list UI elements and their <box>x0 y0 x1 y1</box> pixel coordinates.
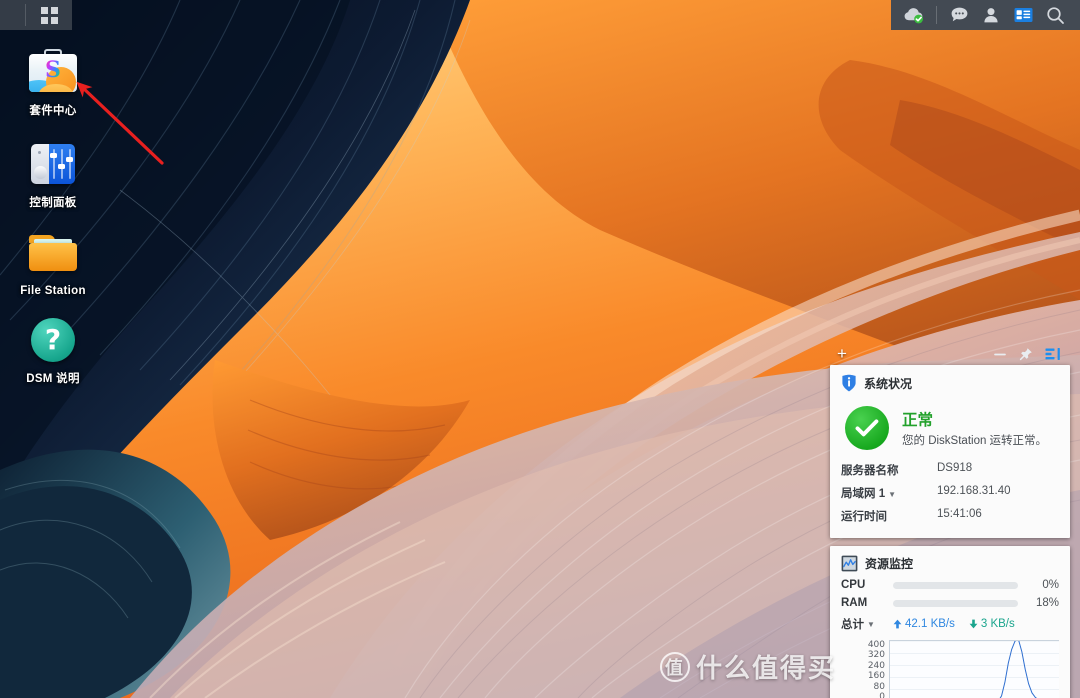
info-key: 局域网 1 ▼ <box>841 485 937 501</box>
desktop-icon-dsm-help[interactable]: ? DSM 说明 <box>10 314 96 387</box>
slider-handle <box>66 157 74 162</box>
chart-plot-area <box>889 640 1059 698</box>
notifications-icon[interactable] <box>944 0 974 30</box>
system-health-header: 系统状况 <box>841 374 1059 392</box>
taskbar-left-panel <box>0 0 72 30</box>
question-mark-icon: ? <box>31 318 75 362</box>
network-chart: 400 320 240 160 80 0 <box>841 640 1059 698</box>
cpu-value: 0% <box>1042 579 1059 591</box>
slider-track <box>68 149 71 179</box>
desktop-icon-label: File Station <box>20 285 86 297</box>
widget-panel: + 系统状况 正常 您的 DiskStation 运转正常。 服务器名称 DS9… <box>830 342 1070 698</box>
download-arrow-icon <box>969 619 978 629</box>
menu-grid-square <box>41 6 48 14</box>
menu-grid-square <box>51 6 58 14</box>
control-panel-knob <box>34 166 47 179</box>
ram-progress-track <box>893 599 1018 607</box>
desktop-icon-control-panel[interactable]: 控制面板 <box>10 138 96 211</box>
control-panel-dot <box>38 151 41 154</box>
chevron-down-icon[interactable]: ▼ <box>867 620 875 629</box>
control-panel-body <box>31 144 75 184</box>
ram-label: RAM <box>841 597 868 609</box>
menu-grid-square <box>41 16 48 24</box>
ram-row: RAM 18% <box>841 594 1059 612</box>
pin-widgets-button[interactable] <box>1019 347 1033 361</box>
desktop-icon-label: DSM 说明 <box>26 373 80 385</box>
folder-front <box>29 243 77 271</box>
slider-handle <box>58 164 66 169</box>
system-health-title: 系统状况 <box>864 376 913 391</box>
dsm-help-icon: ? <box>27 314 79 366</box>
download-rate: 3 KB/s <box>969 618 1015 630</box>
control-panel-left <box>31 144 49 184</box>
info-row-server-name: 服务器名称 DS918 <box>841 458 1059 481</box>
system-health-widget: 系统状况 正常 您的 DiskStation 运转正常。 服务器名称 DS918 <box>830 365 1070 538</box>
info-key: 服务器名称 <box>841 464 899 477</box>
toolbar-divider <box>936 6 937 24</box>
info-key-text: 局域网 1 <box>841 487 886 500</box>
user-options-icon[interactable] <box>976 0 1006 30</box>
upload-rate: 42.1 KB/s <box>893 618 955 630</box>
upload-arrow-icon <box>893 619 902 629</box>
info-key: 运行时间 <box>841 510 887 523</box>
desktop-icon-package-center[interactable]: S 套件中心 <box>10 46 96 119</box>
resource-monitor-header: 资源监控 <box>841 555 1059 572</box>
package-center-icon: S <box>27 46 79 98</box>
chart-y-axis: 400 320 240 160 80 0 <box>863 640 889 698</box>
resource-monitor-title: 资源监控 <box>865 557 914 571</box>
info-row-uptime: 运行时间 15:41:06 <box>841 504 1059 527</box>
chart-y-tick: 0 <box>879 691 885 698</box>
status-description: 您的 DiskStation 运转正常。 <box>902 435 1048 447</box>
chart-y-tick: 320 <box>867 650 885 661</box>
info-row-lan[interactable]: 局域网 1 ▼ 192.168.31.40 <box>841 481 1059 504</box>
widgets-icon[interactable] <box>1008 0 1038 30</box>
download-rate-text: 3 KB/s <box>980 618 1015 630</box>
chevron-down-icon[interactable]: ▼ <box>888 490 896 499</box>
package-s-letter: S <box>45 57 61 83</box>
cpu-row: CPU 0% <box>841 576 1059 594</box>
widget-titlebar: + <box>830 342 1070 365</box>
network-label-text: 总计 <box>841 619 864 631</box>
resource-monitor-widget: 资源监控 CPU 0% RAM 18% 总计 ▼ 42.1 KB/s 3 KB/… <box>830 546 1070 698</box>
system-status-row: 正常 您的 DiskStation 运转正常。 <box>841 396 1059 458</box>
desktop-icon-file-station[interactable]: File Station <box>10 226 96 299</box>
package-case: S <box>29 54 77 92</box>
status-ok-check-icon <box>845 406 889 450</box>
desktop-icon-label: 控制面板 <box>29 197 77 209</box>
status-badge: 正常 <box>902 412 934 429</box>
folder-glyph <box>29 235 77 271</box>
network-row: 总计 ▼ 42.1 KB/s 3 KB/s <box>841 612 1059 634</box>
cloud-sync-status-icon[interactable] <box>899 0 929 30</box>
chart-y-tick: 160 <box>867 671 885 682</box>
taskbar-right-panel <box>891 0 1080 30</box>
resource-monitor-icon <box>841 555 858 572</box>
network-label[interactable]: 总计 ▼ <box>841 616 893 632</box>
add-widget-button[interactable]: + <box>837 345 847 362</box>
upload-rate-text: 42.1 KB/s <box>905 618 955 630</box>
main-menu-button[interactable] <box>41 6 58 24</box>
file-station-icon <box>27 226 79 278</box>
chart-y-tick: 240 <box>867 660 885 671</box>
cpu-label: CPU <box>841 579 866 591</box>
info-value: 15:41:06 <box>937 507 982 520</box>
info-value: DS918 <box>937 461 973 474</box>
chart-y-tick: 80 <box>873 681 885 692</box>
slider-handle <box>50 153 58 158</box>
dsm-desktop: S 套件中心 控制面板 File Station ? DSM 说明 + 系统状况… <box>0 0 1080 698</box>
minimize-widgets-button[interactable] <box>993 348 1007 360</box>
ram-value: 18% <box>1035 597 1059 609</box>
control-panel-sliders <box>48 144 75 184</box>
desktop-icon-label: 套件中心 <box>29 105 77 117</box>
chart-y-tick: 400 <box>867 640 885 650</box>
taskbar <box>0 0 1080 30</box>
control-panel-icon <box>27 138 79 190</box>
info-shield-icon <box>842 374 856 392</box>
info-value: 192.168.31.40 <box>937 484 1011 497</box>
menu-grid-square <box>51 16 58 24</box>
dock-widgets-button[interactable] <box>1045 347 1061 361</box>
chart-series-line <box>890 641 1059 698</box>
cpu-progress-track <box>893 581 1018 589</box>
search-icon[interactable] <box>1040 0 1070 30</box>
